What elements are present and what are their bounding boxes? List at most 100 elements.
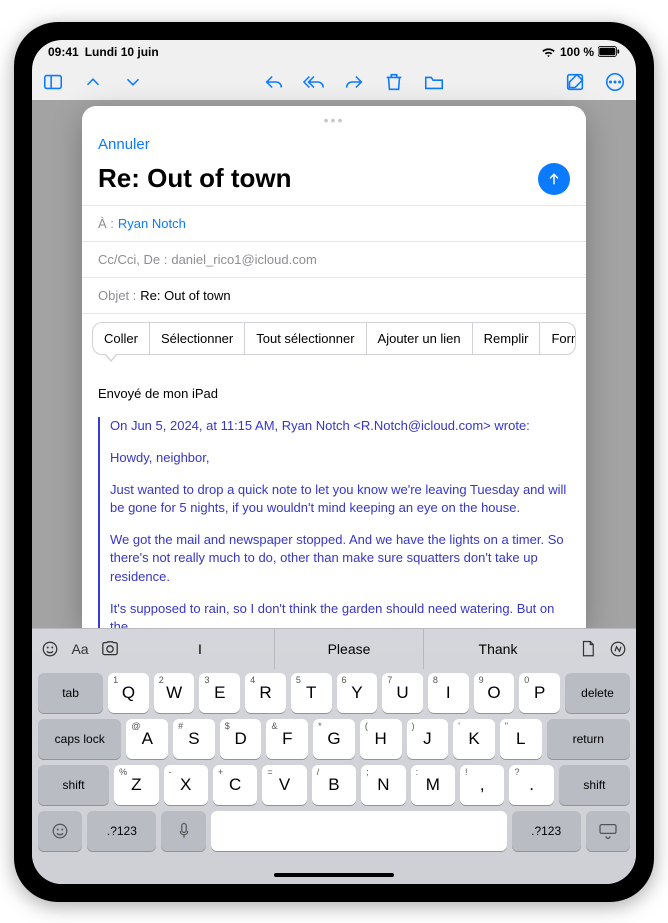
- cc-field[interactable]: Cc/Cci, De : daniel_rico1@icloud.com: [82, 241, 586, 277]
- key-a[interactable]: @A: [126, 719, 168, 759]
- key-s[interactable]: #S: [173, 719, 215, 759]
- suggestion-bar: Aa I Please Thank: [32, 629, 636, 669]
- keyboard: Aa I Please Thank: [32, 628, 636, 884]
- key-hide-keyboard[interactable]: [586, 811, 630, 851]
- to-label: À :: [98, 216, 114, 231]
- key-.[interactable]: ?.: [509, 765, 553, 805]
- quote-p3: We got the mail and newspaper stopped. A…: [110, 531, 570, 586]
- screen: 09:41 Lundi 10 juin 100 %: [32, 40, 636, 884]
- key-j[interactable]: )J: [407, 719, 449, 759]
- key-c[interactable]: +C: [213, 765, 257, 805]
- folder-icon[interactable]: [423, 71, 445, 93]
- edit-context-menu: Coller Sélectionner Tout sélectionner Aj…: [92, 322, 576, 355]
- key-numbers-right[interactable]: .?123: [512, 811, 581, 851]
- key-n[interactable]: ;N: [361, 765, 405, 805]
- signature: Envoyé de mon iPad: [98, 386, 570, 401]
- key-y[interactable]: 6Y: [337, 673, 378, 713]
- camera-scan-icon[interactable]: [100, 639, 120, 659]
- key-h[interactable]: (H: [360, 719, 402, 759]
- chevron-up-icon[interactable]: [82, 71, 104, 93]
- key-space[interactable]: [211, 811, 507, 851]
- suggestion-1[interactable]: I: [126, 629, 274, 669]
- home-indicator[interactable]: [274, 873, 394, 877]
- cc-label: Cc/Cci, De :: [98, 252, 167, 267]
- sidebar-toggle-icon[interactable]: [42, 71, 64, 93]
- menu-select[interactable]: Sélectionner: [150, 323, 245, 354]
- key-l[interactable]: "L: [500, 719, 542, 759]
- suggestion-3[interactable]: Thank: [423, 629, 572, 669]
- compose-sheet: ••• Annuler Re: Out of town À : Ryan Not…: [82, 106, 586, 628]
- key-delete[interactable]: delete: [565, 673, 630, 713]
- menu-fill[interactable]: Remplir: [473, 323, 541, 354]
- subject-value: Re: Out of town: [140, 288, 230, 303]
- key-o[interactable]: 9O: [474, 673, 515, 713]
- key-shift-right[interactable]: shift: [559, 765, 630, 805]
- key-i[interactable]: 8I: [428, 673, 469, 713]
- key-m[interactable]: :M: [411, 765, 455, 805]
- sheet-grabber[interactable]: •••: [82, 106, 586, 128]
- forward-icon[interactable]: [343, 71, 365, 93]
- key-u[interactable]: 7U: [382, 673, 423, 713]
- key-p[interactable]: 0P: [519, 673, 560, 713]
- more-icon[interactable]: [604, 71, 626, 93]
- wifi-icon: [541, 46, 556, 58]
- menu-paste[interactable]: Coller: [93, 323, 150, 354]
- status-bar: 09:41 Lundi 10 juin 100 %: [32, 40, 636, 64]
- reply-icon[interactable]: [263, 71, 285, 93]
- compose-title: Re: Out of town: [98, 163, 292, 194]
- key-e[interactable]: 3E: [199, 673, 240, 713]
- key-g[interactable]: *G: [313, 719, 355, 759]
- key-t[interactable]: 5T: [291, 673, 332, 713]
- quoted-block: On Jun 5, 2024, at 11:15 AM, Ryan Notch …: [98, 417, 570, 628]
- send-button[interactable]: [538, 163, 570, 195]
- cc-value: daniel_rico1@icloud.com: [171, 252, 316, 267]
- key-return[interactable]: return: [547, 719, 630, 759]
- chevron-down-icon[interactable]: [122, 71, 144, 93]
- key-r[interactable]: 4R: [245, 673, 286, 713]
- key-b[interactable]: /B: [312, 765, 356, 805]
- status-date: Lundi 10 juin: [85, 45, 159, 59]
- key-caps-lock[interactable]: caps lock: [38, 719, 121, 759]
- emoji-suggest-icon[interactable]: [40, 639, 60, 659]
- quote-p4: It's supposed to rain, so I don't think …: [110, 600, 570, 628]
- menu-format[interactable]: Format: [540, 323, 576, 354]
- quote-header: On Jun 5, 2024, at 11:15 AM, Ryan Notch …: [110, 417, 570, 435]
- to-field[interactable]: À : Ryan Notch: [82, 205, 586, 241]
- cancel-button[interactable]: Annuler: [98, 132, 150, 163]
- key-f[interactable]: &F: [266, 719, 308, 759]
- menu-select-all[interactable]: Tout sélectionner: [245, 323, 366, 354]
- key-shift-left[interactable]: shift: [38, 765, 109, 805]
- compose-icon[interactable]: [564, 71, 586, 93]
- suggestion-2[interactable]: Please: [274, 629, 423, 669]
- text-format-icon[interactable]: Aa: [70, 639, 90, 659]
- key-w[interactable]: 2W: [154, 673, 195, 713]
- trash-icon[interactable]: [383, 71, 405, 93]
- to-value: Ryan Notch: [118, 216, 186, 231]
- key-mic[interactable]: [161, 811, 205, 851]
- battery-percent: 100 %: [560, 45, 594, 59]
- key-numbers-left[interactable]: .?123: [87, 811, 156, 851]
- key-k[interactable]: 'K: [453, 719, 495, 759]
- key-q[interactable]: 1Q: [108, 673, 149, 713]
- key-x[interactable]: -X: [164, 765, 208, 805]
- document-scan-icon[interactable]: [578, 639, 598, 659]
- key-d[interactable]: $D: [220, 719, 262, 759]
- key-,[interactable]: !,: [460, 765, 504, 805]
- key-tab[interactable]: tab: [38, 673, 103, 713]
- status-time: 09:41: [48, 45, 79, 59]
- subject-label: Objet :: [98, 288, 136, 303]
- menu-add-link[interactable]: Ajouter un lien: [367, 323, 473, 354]
- compose-body[interactable]: Envoyé de mon iPad On Jun 5, 2024, at 11…: [82, 360, 586, 628]
- key-z[interactable]: %Z: [114, 765, 158, 805]
- quote-p1: Howdy, neighbor,: [110, 449, 570, 467]
- ipad-device: 09:41 Lundi 10 juin 100 %: [14, 22, 654, 902]
- key-v[interactable]: =V: [262, 765, 306, 805]
- reply-all-icon[interactable]: [303, 71, 325, 93]
- battery-icon: [598, 46, 620, 57]
- mail-toolbar: [32, 64, 636, 100]
- modal-backdrop: ••• Annuler Re: Out of town À : Ryan Not…: [32, 100, 636, 628]
- quote-p2: Just wanted to drop a quick note to let …: [110, 481, 570, 517]
- subject-field[interactable]: Objet : Re: Out of town: [82, 277, 586, 314]
- key-emoji[interactable]: [38, 811, 82, 851]
- handwriting-icon[interactable]: [608, 639, 628, 659]
